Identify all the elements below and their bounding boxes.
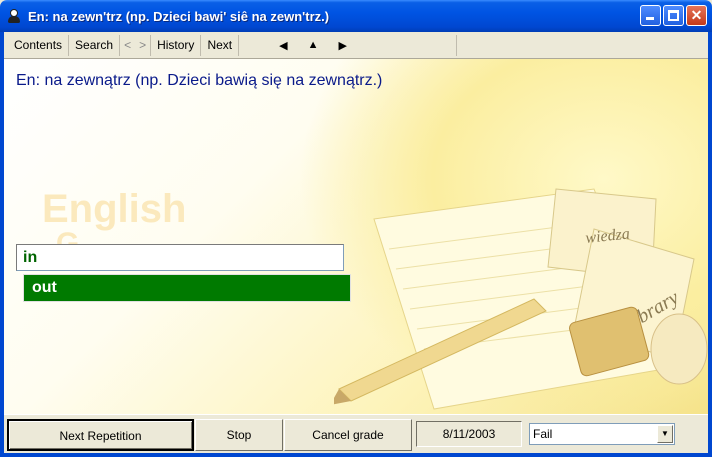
- close-icon: ✕: [690, 7, 703, 23]
- dropdown-arrow-icon[interactable]: ▼: [657, 425, 673, 443]
- answer-suggestion[interactable]: out: [23, 274, 351, 302]
- close-button[interactable]: ✕: [686, 5, 707, 26]
- history-label: History: [157, 37, 195, 52]
- minimize-icon: [646, 17, 654, 20]
- next-repetition-label: Next Repetition: [59, 429, 142, 443]
- window-frame-right: [708, 32, 712, 457]
- grade-select[interactable]: Fail ▼: [529, 423, 675, 445]
- search-button[interactable]: Search: [69, 34, 121, 56]
- nav-up-icon[interactable]: ▲: [308, 39, 319, 51]
- window-title: En: na zewn'trz (np. Dzieci bawi' siê na…: [28, 8, 330, 24]
- stop-label: Stop: [226, 428, 252, 442]
- next-repetition-button[interactable]: Next Repetition: [7, 419, 194, 451]
- toolbar-divider: [456, 35, 457, 56]
- contents-button[interactable]: Contents: [8, 34, 70, 56]
- title-bar[interactable]: En: na zewn'trz (np. Dzieci bawi' siê na…: [0, 0, 712, 32]
- nav-buttons: ◀ ▲ ▶: [279, 39, 347, 52]
- next-label: Next: [207, 37, 233, 52]
- main-content: English G wiedza library En: na zewnątrz…: [4, 59, 708, 414]
- nav-right-icon[interactable]: ▶: [338, 39, 346, 52]
- toolbar: Contents Search < > History Next ◀ ▲ ▶: [4, 32, 708, 59]
- bottom-bar: Next Repetition Stop Cancel grade 8/11/2…: [4, 414, 708, 453]
- cancel-grade-label: Cancel grade: [312, 428, 384, 442]
- grade-value: Fail: [533, 427, 553, 441]
- search-label: Search: [75, 37, 114, 52]
- question-text: En: na zewnątrz (np. Dzieci bawią się na…: [16, 72, 383, 89]
- nav-left-icon[interactable]: ◀: [279, 39, 287, 52]
- window-frame-bottom: [0, 453, 712, 457]
- app-icon: [6, 8, 22, 24]
- contents-label: Contents: [14, 37, 63, 52]
- answer-input[interactable]: in: [16, 244, 344, 271]
- date-display: 8/11/2003: [416, 421, 522, 447]
- forward-arrow-icon: >: [139, 37, 147, 52]
- back-arrow-icon: <: [124, 37, 132, 52]
- maximize-button[interactable]: [663, 5, 684, 26]
- decorative-illustration: wiedza library: [334, 188, 708, 410]
- maximize-icon: [668, 10, 679, 21]
- background-word: English: [42, 187, 187, 231]
- back-button[interactable]: <: [120, 35, 135, 56]
- forward-button[interactable]: >: [135, 34, 152, 56]
- minimize-button[interactable]: [640, 5, 661, 26]
- stop-button[interactable]: Stop: [195, 419, 283, 451]
- history-button[interactable]: History: [151, 34, 202, 56]
- next-button[interactable]: Next: [201, 34, 240, 56]
- cancel-grade-button[interactable]: Cancel grade: [284, 419, 412, 451]
